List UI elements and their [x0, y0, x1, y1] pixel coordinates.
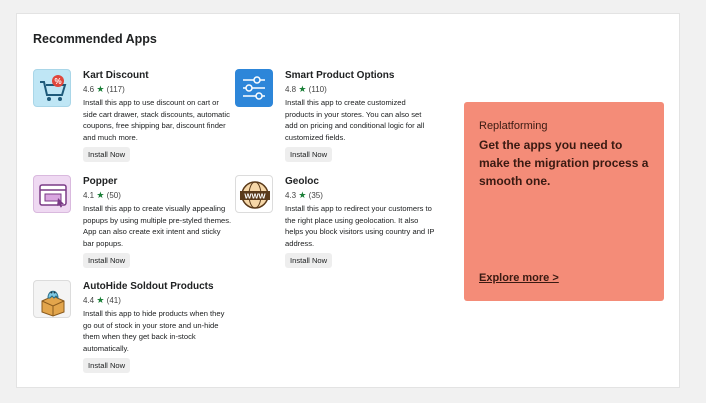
app-description: Install this app to create visually appe…	[83, 204, 232, 248]
app-description: Install this app to create customized pr…	[285, 98, 425, 142]
install-now-button[interactable]: Install Now	[83, 358, 131, 374]
review-count: (50)	[106, 191, 121, 200]
install-now-button[interactable]: Install Now	[83, 147, 131, 163]
promo-kicker: Replatforming	[479, 120, 548, 132]
review-count: (41)	[106, 296, 121, 305]
www-globe-icon: WWW	[235, 175, 273, 213]
box-ghost-icon	[33, 280, 71, 318]
rating-value: 4.4	[83, 296, 95, 305]
app-rating: 4.6 ★ (117)	[83, 83, 233, 96]
svg-text:WWW: WWW	[244, 192, 266, 201]
app-rating: 4.1 ★ (50)	[83, 189, 233, 202]
star-icon: ★	[96, 84, 105, 94]
section-title: Recommended Apps	[33, 32, 157, 46]
app-description: Install this app to use discount on cart…	[83, 98, 230, 142]
app-rating: 4.4 ★ (41)	[83, 294, 233, 307]
app-name: Kart Discount	[83, 70, 149, 81]
review-count: (110)	[308, 85, 327, 94]
app-name: AutoHide Soldout Products	[83, 281, 214, 292]
app-name: Popper	[83, 176, 118, 187]
rating-value: 4.3	[285, 191, 297, 200]
app-description: Install this app to hide products when t…	[83, 309, 225, 353]
install-now-button[interactable]: Install Now	[285, 253, 333, 269]
promo-title: Get the apps you need to make the migrat…	[479, 138, 649, 188]
review-count: (117)	[106, 85, 125, 94]
discount-cart-icon: %	[33, 69, 71, 107]
rating-value: 4.6	[83, 85, 95, 94]
explore-more-link[interactable]: Explore more >	[479, 272, 559, 284]
star-icon: ★	[96, 295, 105, 305]
rating-value: 4.8	[285, 85, 297, 94]
app-rating: 4.8 ★ (110)	[285, 83, 435, 96]
svg-text:%: %	[54, 77, 61, 86]
app-name: Smart Product Options	[285, 70, 395, 81]
sliders-icon	[235, 69, 273, 107]
app-rating: 4.3 ★ (35)	[285, 189, 435, 202]
recommended-apps-card: Recommended Apps % Kart Discount 4.6 ★ (…	[16, 13, 680, 388]
star-icon: ★	[96, 190, 105, 200]
app-description: Install this app to redirect your custom…	[285, 204, 435, 248]
install-now-button[interactable]: Install Now	[285, 147, 333, 163]
rating-value: 4.1	[83, 191, 95, 200]
replatforming-promo-card: Replatforming Get the apps you need to m…	[464, 102, 664, 301]
app-name: Geoloc	[285, 176, 319, 187]
star-icon: ★	[298, 84, 307, 94]
review-count: (35)	[308, 191, 323, 200]
popup-window-icon	[33, 175, 71, 213]
star-icon: ★	[298, 190, 307, 200]
install-now-button[interactable]: Install Now	[83, 253, 131, 269]
